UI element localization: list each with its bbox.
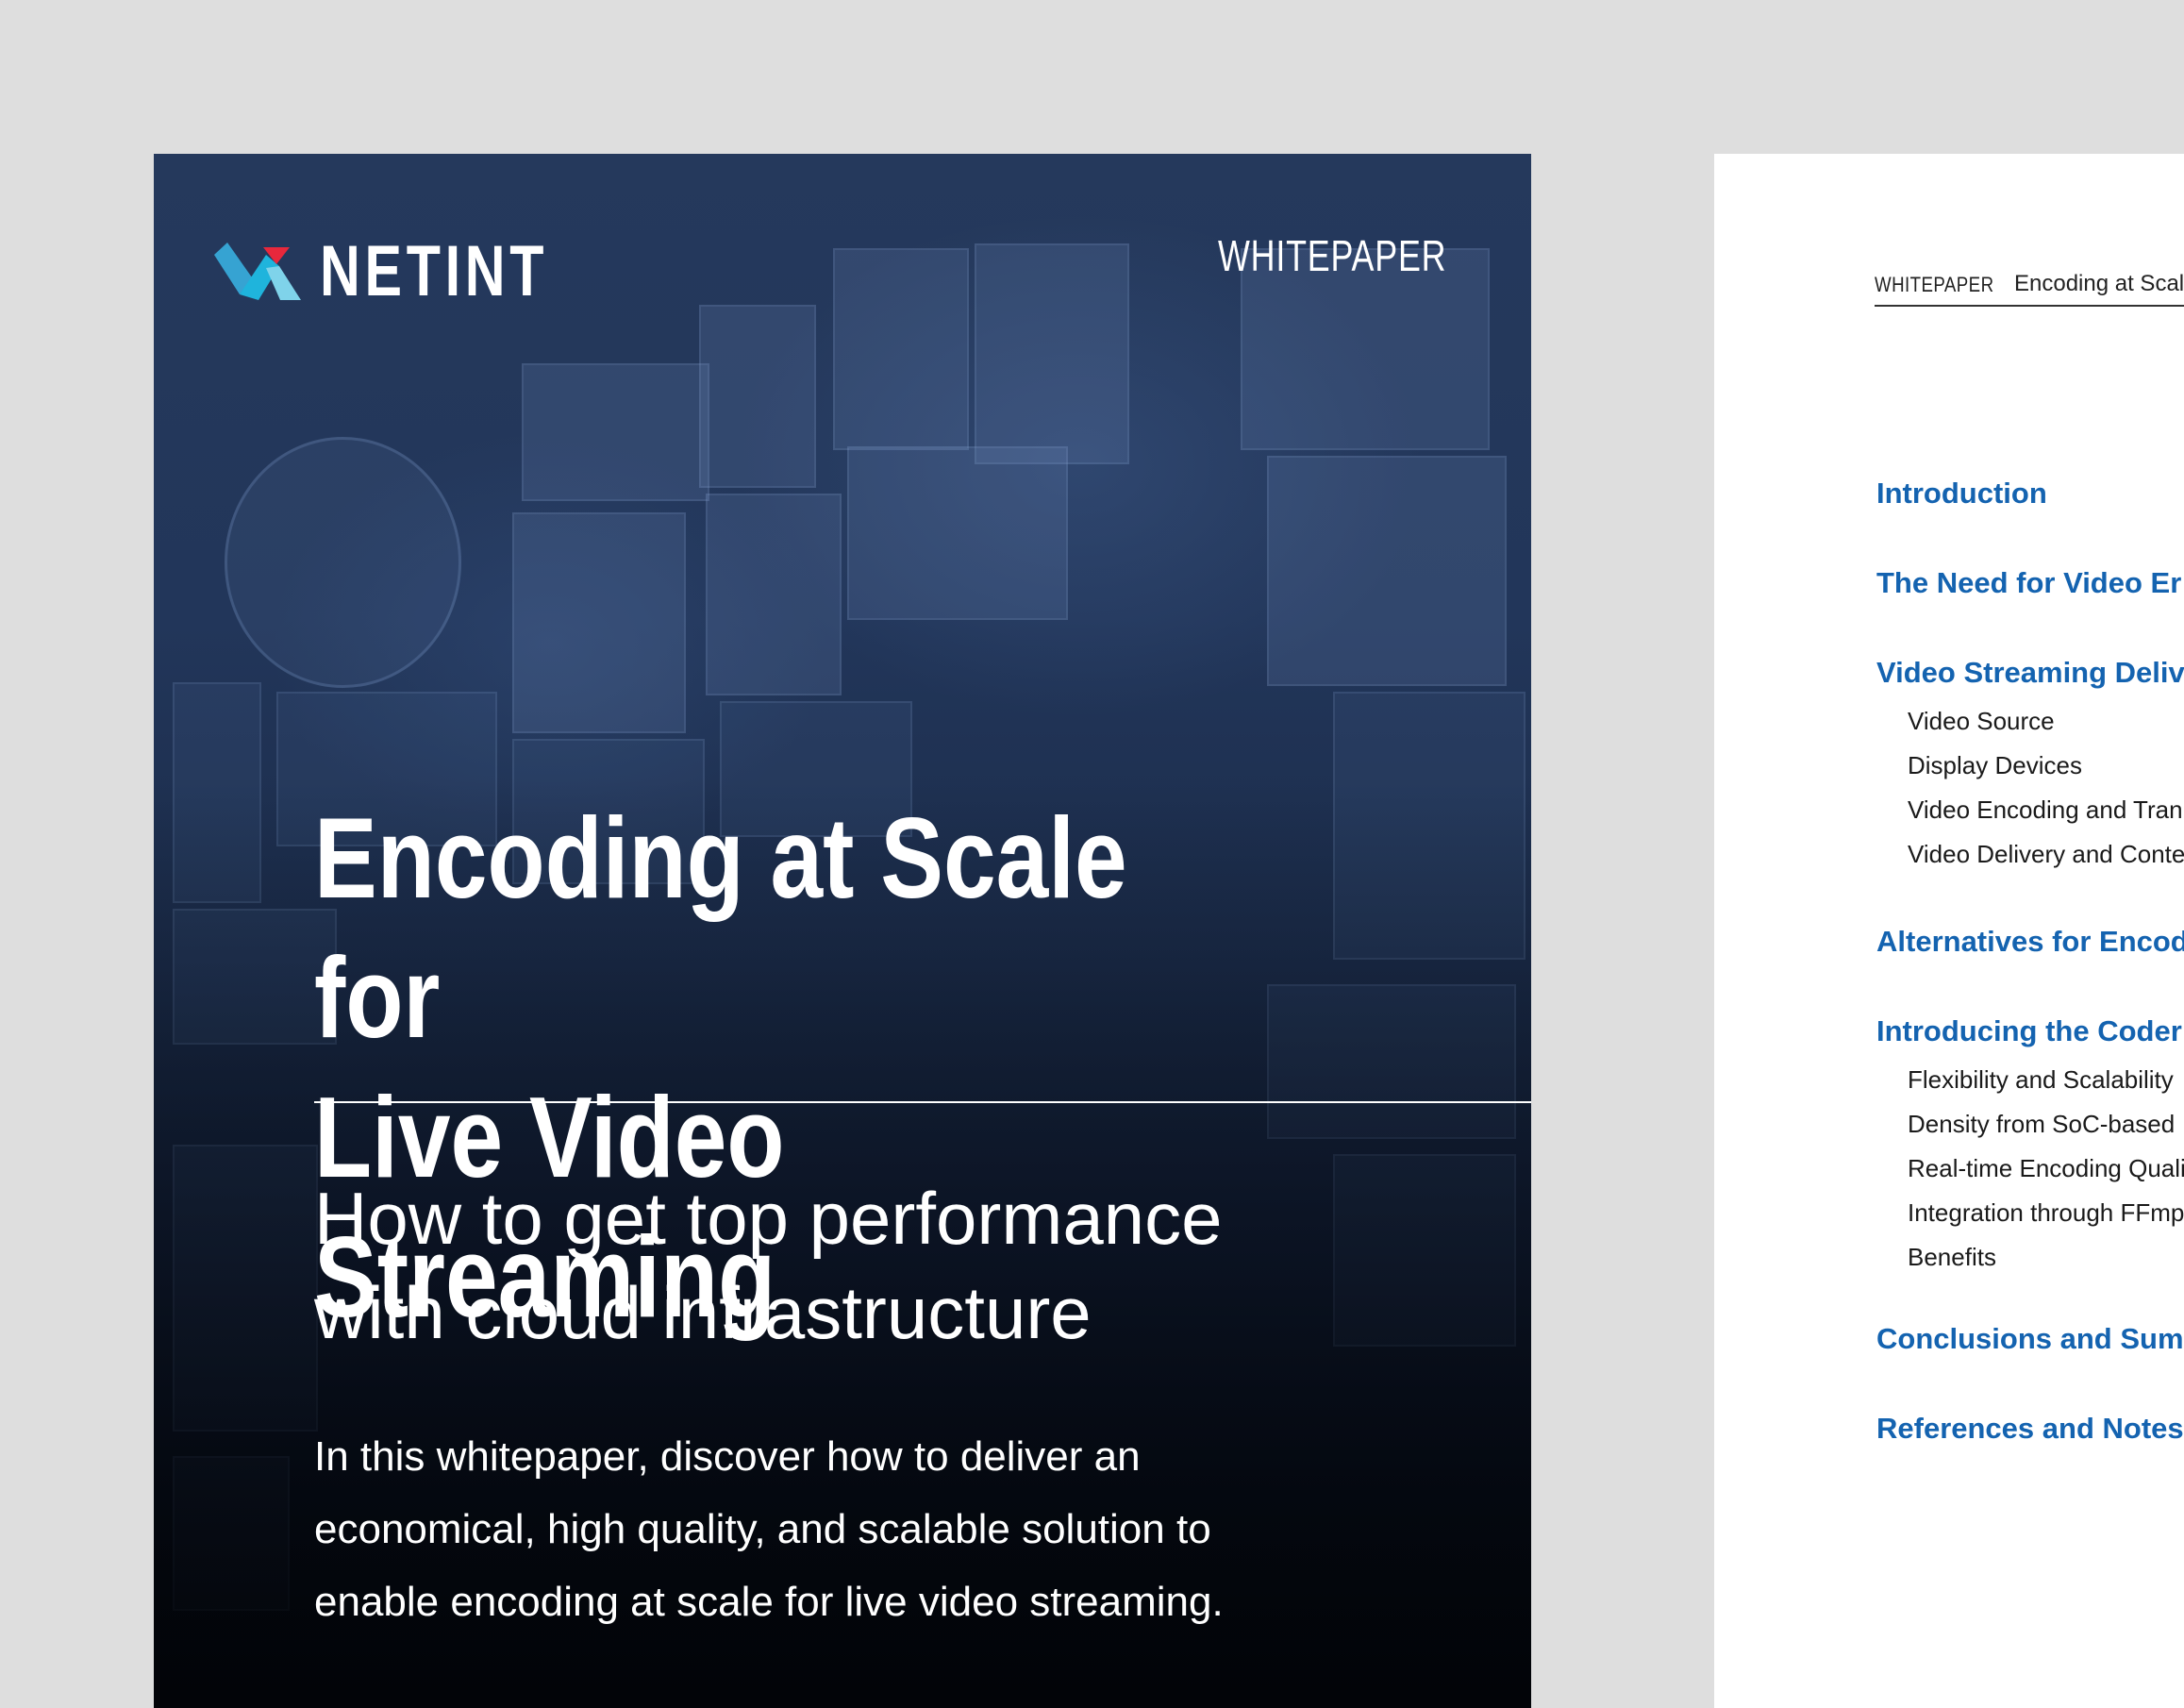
cover-description-line: economical, high quality, and scalable s… bbox=[314, 1506, 1211, 1552]
cover-description-line: enable encoding at scale for live video … bbox=[314, 1579, 1224, 1625]
cover-description: In this whitepaper, discover how to deli… bbox=[314, 1420, 1446, 1638]
toc-header-label: WHITEPAPER bbox=[1875, 273, 1994, 296]
toc-section-link[interactable]: Introduction bbox=[1876, 477, 2047, 511]
netint-logo-mark-icon bbox=[214, 243, 301, 300]
toc-section-link[interactable]: Alternatives for Encod bbox=[1876, 925, 2184, 959]
cover-title-line: Encoding at Scale for bbox=[314, 794, 1127, 1062]
toc-subsection-link[interactable]: Video Delivery and Conte bbox=[1908, 840, 2184, 869]
toc-header-title: Encoding at Scal bbox=[2014, 271, 2184, 296]
cover-subtitle: How to get top performance with cloud in… bbox=[314, 1171, 1493, 1360]
toc-subsection-link[interactable]: Video Source bbox=[1908, 707, 2055, 736]
toc-subsection-link[interactable]: Density from SoC-based bbox=[1908, 1110, 2175, 1139]
cover-subtitle-line: with cloud infrastructure bbox=[314, 1271, 1092, 1354]
cover-subtitle-line: How to get top performance bbox=[314, 1177, 1223, 1260]
cover-description-line: In this whitepaper, discover how to deli… bbox=[314, 1433, 1141, 1480]
toc-section-link[interactable]: References and Notes bbox=[1876, 1412, 2184, 1446]
cover-divider bbox=[314, 1101, 1531, 1103]
toc-section-link[interactable]: Video Streaming Deliv bbox=[1876, 656, 2184, 690]
table-of-contents-page: WHITEPAPER Encoding at Scal Introduction… bbox=[1714, 154, 2184, 1708]
netint-logo: NETINT bbox=[214, 234, 573, 310]
whitepaper-label: WHITEPAPER bbox=[1218, 231, 1447, 280]
toc-subsection-link[interactable]: Integration through FFmp bbox=[1908, 1198, 2184, 1228]
toc-section-link[interactable]: The Need for Video Er bbox=[1876, 566, 2181, 600]
logo-wordmark: NETINT bbox=[320, 231, 549, 311]
toc-subsection-link[interactable]: Display Devices bbox=[1908, 751, 2082, 780]
toc-subsection-link[interactable]: Benefits bbox=[1908, 1243, 1996, 1272]
toc-subsection-link[interactable]: Real-time Encoding Quali bbox=[1908, 1154, 2184, 1183]
whitepaper-cover: NETINT WHITEPAPER Encoding at Scale for … bbox=[154, 154, 1531, 1708]
toc-header-divider bbox=[1875, 305, 2184, 307]
toc-subsection-link[interactable]: Flexibility and Scalability bbox=[1908, 1065, 2174, 1095]
toc-section-link[interactable]: Conclusions and Sum bbox=[1876, 1322, 2184, 1356]
toc-section-link[interactable]: Introducing the Coder bbox=[1876, 1014, 2182, 1048]
toc-running-header: WHITEPAPER Encoding at Scal bbox=[1875, 260, 2184, 307]
toc-subsection-link[interactable]: Video Encoding and Tran bbox=[1908, 795, 2183, 825]
